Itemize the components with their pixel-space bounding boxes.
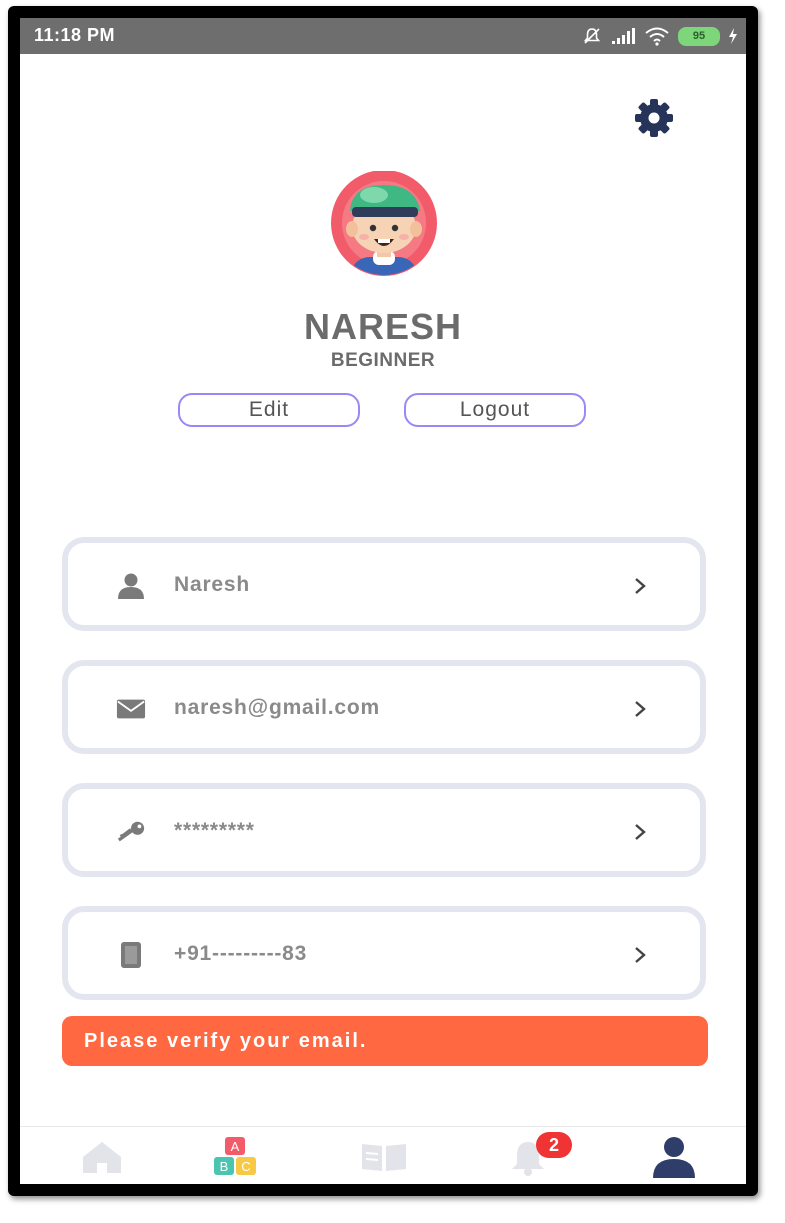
user-name: NARESH — [303, 306, 462, 347]
abc-blocks-icon: A B C — [214, 1137, 256, 1175]
chevron-right-icon — [630, 573, 650, 599]
svg-text:B: B — [220, 1159, 229, 1174]
phone-field[interactable]: +91---------83 — [62, 906, 706, 1000]
phone-icon — [116, 942, 146, 968]
avatar[interactable] — [298, 170, 470, 279]
bottom-navigation: A B C — [20, 1126, 746, 1184]
svg-text:A: A — [231, 1139, 240, 1154]
nav-home[interactable] — [72, 1135, 132, 1179]
chevron-right-icon — [630, 819, 650, 845]
gear-icon — [635, 99, 673, 137]
charging-icon — [729, 28, 737, 44]
mute-icon — [583, 28, 601, 44]
app-screen: 11:18 PM 95 NARESH BEGINNER Edit Logout … — [20, 18, 746, 1184]
person-icon — [116, 573, 146, 599]
home-icon — [83, 1142, 121, 1173]
verify-email-banner[interactable]: Please verify your email. — [62, 1016, 708, 1066]
battery-icon: 95 — [678, 26, 720, 46]
svg-text:C: C — [241, 1159, 250, 1174]
signal-icon — [612, 28, 635, 44]
key-icon — [116, 819, 146, 845]
chevron-right-icon — [630, 942, 650, 968]
password-value: ********* — [174, 819, 255, 842]
profile-icon — [653, 1137, 695, 1178]
book-icon — [362, 1144, 406, 1171]
notification-badge: 2 — [536, 1132, 572, 1158]
nav-profile[interactable] — [644, 1135, 704, 1179]
name-field[interactable]: Naresh — [62, 537, 706, 631]
nav-books[interactable] — [354, 1135, 414, 1179]
logout-button[interactable]: Logout — [404, 393, 586, 427]
chevron-right-icon — [630, 696, 650, 722]
password-field[interactable]: ********* — [62, 783, 706, 877]
phone-frame: 11:18 PM 95 NARESH BEGINNER Edit Logout … — [8, 6, 758, 1196]
mail-icon — [116, 696, 146, 722]
status-bar: 11:18 PM 95 — [20, 18, 746, 54]
name-value: Naresh — [174, 573, 251, 596]
user-level: BEGINNER — [330, 350, 436, 371]
settings-button[interactable] — [630, 94, 678, 142]
phone-value: +91---------83 — [174, 942, 308, 965]
edit-button[interactable]: Edit — [178, 393, 360, 427]
status-time: 11:18 PM — [34, 25, 116, 45]
status-icons: 95 — [582, 23, 738, 49]
avatar-image — [331, 170, 437, 276]
nav-learn[interactable]: A B C — [206, 1135, 266, 1179]
wifi-icon — [645, 27, 669, 46]
email-value: naresh@gmail.com — [174, 696, 381, 719]
email-field[interactable]: naresh@gmail.com — [62, 660, 706, 754]
